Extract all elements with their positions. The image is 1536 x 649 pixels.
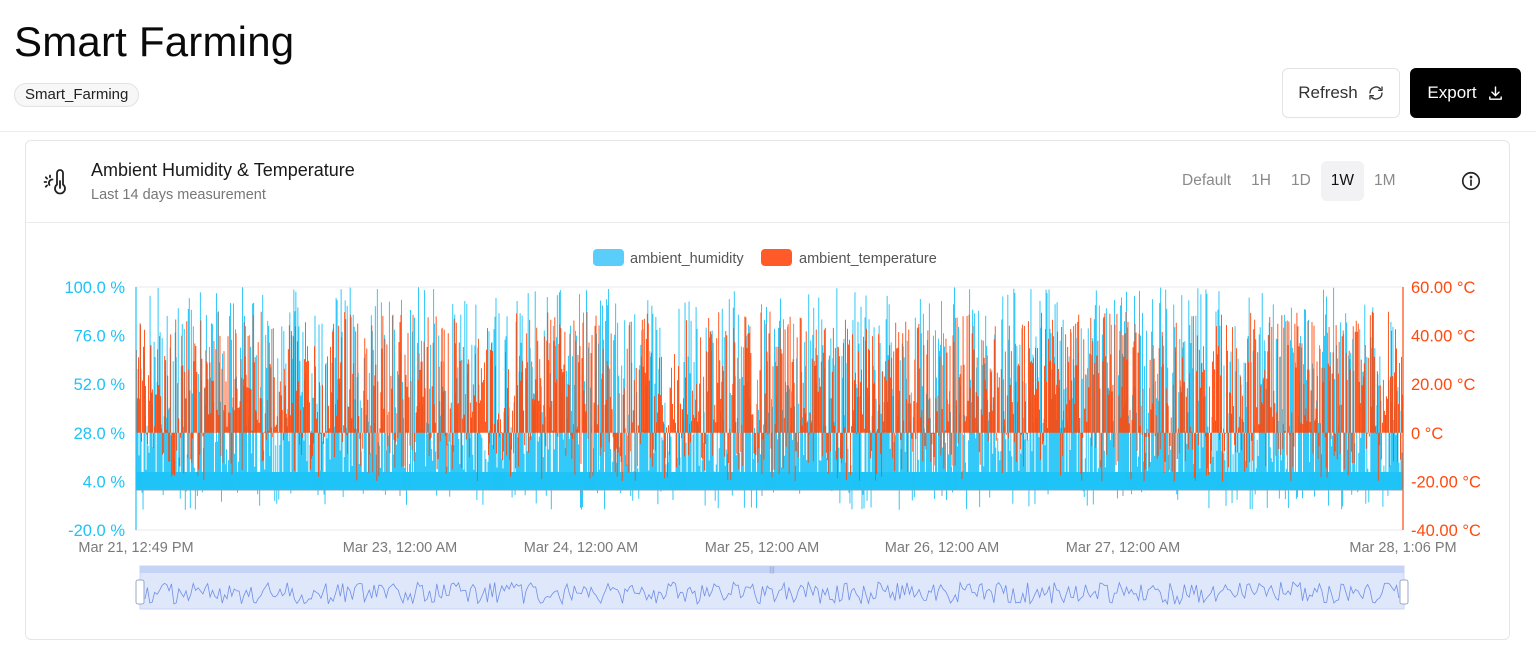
y-left-tick-label: -20.0 % bbox=[68, 522, 125, 540]
chart-series-bars bbox=[135, 287, 1403, 510]
data-zoom-slider[interactable]: ||| bbox=[135, 565, 1409, 610]
legend-swatch-humidity[interactable] bbox=[593, 249, 624, 266]
y-right-tick-label: 60.00 °C bbox=[1411, 279, 1475, 297]
x-tick-label: Mar 27, 12:00 AM bbox=[1066, 540, 1180, 556]
legend-swatch-temperature[interactable] bbox=[761, 249, 792, 266]
y-right-tick-label: 40.00 °C bbox=[1411, 328, 1475, 346]
zoom-handle-left[interactable] bbox=[135, 579, 145, 605]
x-tick-label: Mar 25, 12:00 AM bbox=[705, 540, 819, 556]
zoom-handle-right[interactable] bbox=[1399, 579, 1409, 605]
y-left-tick-label: 28.0 % bbox=[74, 425, 126, 443]
x-tick-label: Mar 26, 12:00 AM bbox=[885, 540, 999, 556]
x-tick-label: Mar 23, 12:00 AM bbox=[343, 540, 457, 556]
x-tick-label: Mar 21, 12:49 PM bbox=[78, 540, 193, 556]
x-tick-label: Mar 24, 12:00 AM bbox=[524, 540, 638, 556]
y-left-tick-label: 52.0 % bbox=[74, 376, 126, 394]
y-left-tick-label: 76.0 % bbox=[74, 328, 126, 346]
y-left-tick-label: 100.0 % bbox=[64, 279, 125, 297]
legend-label-humidity[interactable]: ambient_humidity bbox=[630, 251, 744, 267]
y-right-tick-label: -40.00 °C bbox=[1411, 522, 1481, 540]
chart-svg: ambient_humidity ambient_temperature 100… bbox=[64, 249, 1481, 610]
y-right-tick-label: 0 °C bbox=[1411, 425, 1443, 443]
chart-legend: ambient_humidity ambient_temperature bbox=[593, 249, 937, 267]
y-right-tick-label: -20.00 °C bbox=[1411, 473, 1481, 491]
chart-area: ambient_humidity ambient_temperature 100… bbox=[0, 0, 1536, 649]
zoom-grip-icon[interactable]: ||| bbox=[769, 567, 775, 574]
legend-label-temperature[interactable]: ambient_temperature bbox=[799, 251, 937, 267]
y-left-tick-label: 4.0 % bbox=[83, 473, 126, 491]
y-right-tick-label: 20.00 °C bbox=[1411, 376, 1475, 394]
x-tick-label: Mar 28, 1:06 PM bbox=[1349, 540, 1456, 556]
